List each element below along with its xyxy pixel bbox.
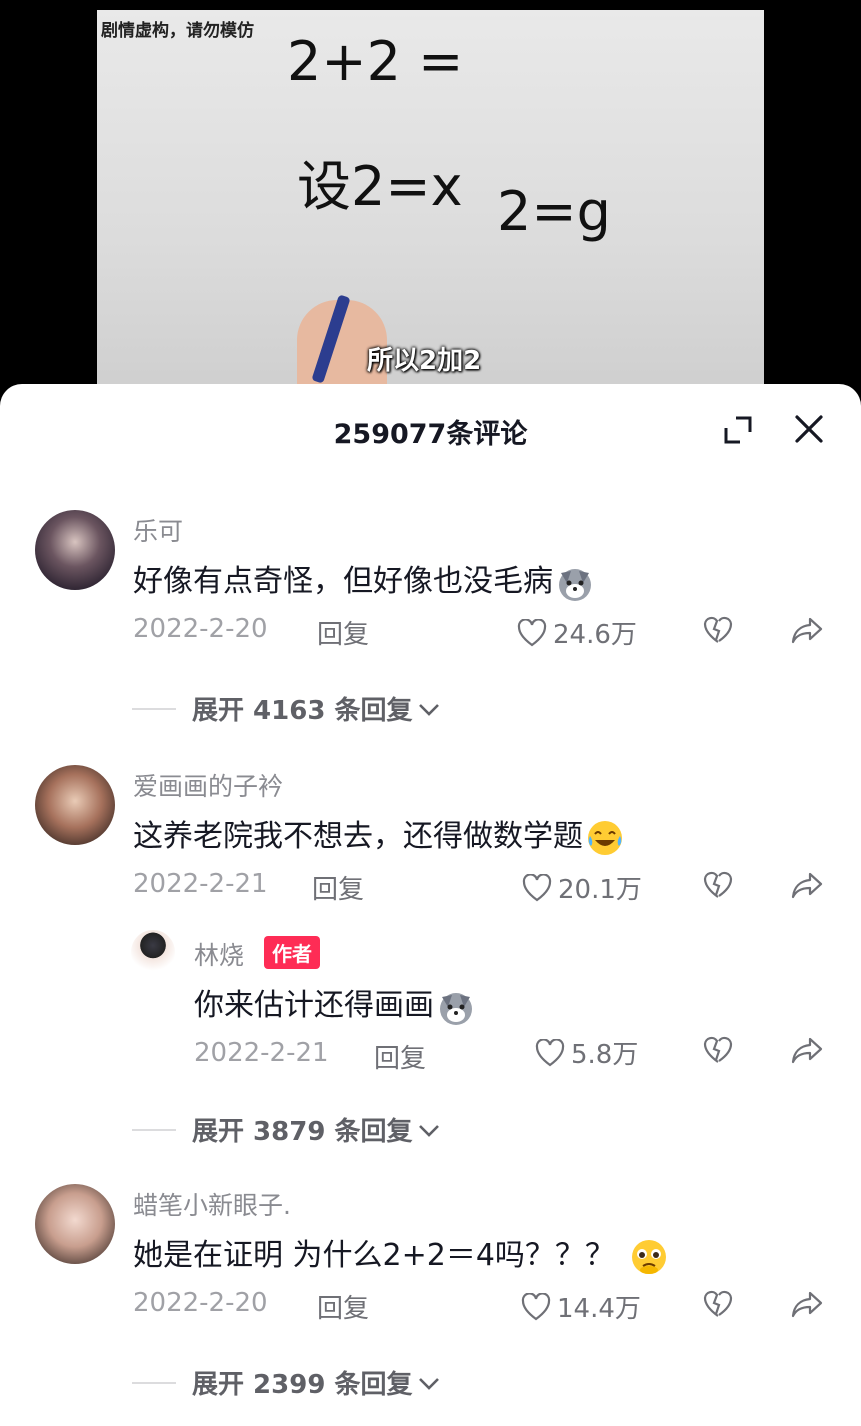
pleading-emoji-icon <box>631 1239 666 1274</box>
like-count: 5.8万 <box>571 1040 639 1070</box>
like-button[interactable]: 24.6万 <box>517 614 637 651</box>
share-icon[interactable] <box>790 1290 824 1318</box>
chevron-down-icon <box>419 703 440 716</box>
video-frame: 2+2 = 设2=x 2=g 剧情虚构，请勿模仿 所以2加2 <box>97 10 764 390</box>
avatar[interactable] <box>35 510 115 590</box>
comments-panel: 259077条评论 乐可 好像有点奇怪，但好像也没毛病 2022-2-20 回复 <box>0 384 861 1426</box>
expand-replies-button[interactable]: 展开 3879 条回复 <box>132 1111 442 1148</box>
author-badge: 作者 <box>264 936 320 969</box>
board-line-2a: 设2=x <box>297 155 463 218</box>
like-button[interactable]: 20.1万 <box>522 869 642 906</box>
video-player[interactable]: 2+2 = 设2=x 2=g 剧情虚构，请勿模仿 所以2加2 <box>0 0 861 400</box>
reply-username[interactable]: 林烧 <box>194 936 244 972</box>
share-icon[interactable] <box>790 871 824 899</box>
dislike-icon[interactable] <box>703 616 733 644</box>
comment-text-body: 这养老院我不想去，还得做数学题 <box>133 819 583 854</box>
expand-replies-label: 展开 3879 条回复 <box>192 1117 413 1147</box>
chevron-down-icon <box>419 1124 440 1137</box>
divider-line <box>132 1381 176 1384</box>
comment-username[interactable]: 乐可 <box>133 512 183 548</box>
avatar[interactable] <box>35 765 115 845</box>
like-count: 24.6万 <box>553 620 637 650</box>
like-count: 14.4万 <box>557 1294 641 1324</box>
chevron-down-icon <box>419 1377 440 1390</box>
like-count: 20.1万 <box>558 875 642 905</box>
heart-icon <box>517 618 547 646</box>
reply-button[interactable]: 回复 <box>312 869 364 906</box>
comment-username[interactable]: 爱画画的子衿 <box>133 767 283 803</box>
expand-replies-button[interactable]: 展开 2399 条回复 <box>132 1364 442 1401</box>
comment-date: 2022-2-21 <box>133 869 268 899</box>
reply-date: 2022-2-21 <box>194 1038 329 1068</box>
reply-text: 你来估计还得画画 <box>194 980 476 1027</box>
comment-date: 2022-2-20 <box>133 1288 268 1318</box>
reply-button[interactable]: 回复 <box>317 1288 369 1325</box>
comment-username[interactable]: 蜡笔小新眼子. <box>133 1186 291 1222</box>
divider-line <box>132 707 176 710</box>
comment-date: 2022-2-20 <box>133 614 268 644</box>
like-button[interactable]: 5.8万 <box>535 1034 638 1071</box>
close-icon[interactable] <box>792 412 826 446</box>
comment-text: 这养老院我不想去，还得做数学题 <box>133 811 625 858</box>
expand-replies-label: 展开 2399 条回复 <box>192 1370 413 1400</box>
board-line-1: 2+2 = <box>287 30 463 93</box>
expand-replies-label: 展开 4163 条回复 <box>192 696 413 726</box>
video-watermark: 剧情虚构，请勿模仿 <box>101 21 254 41</box>
reply-button[interactable]: 回复 <box>317 614 369 651</box>
heart-icon <box>521 1292 551 1320</box>
share-icon[interactable] <box>790 1036 824 1064</box>
dislike-icon[interactable] <box>703 1290 733 1318</box>
reply-avatar[interactable] <box>131 930 175 974</box>
heart-icon <box>535 1038 565 1066</box>
divider-line <box>132 1128 176 1131</box>
wolf-emoji-icon <box>559 568 591 601</box>
whiteboard-drawing: 2+2 = 设2=x 2=g <box>287 30 611 243</box>
like-button[interactable]: 14.4万 <box>521 1288 641 1325</box>
comment-text: 好像有点奇怪，但好像也没毛病 <box>133 556 595 603</box>
wolf-emoji-icon <box>440 992 472 1025</box>
comment-text-body: 好像有点奇怪，但好像也没毛病 <box>133 564 553 599</box>
heart-icon <box>522 873 552 901</box>
share-icon[interactable] <box>790 616 824 644</box>
reply-button[interactable]: 回复 <box>374 1038 426 1075</box>
expand-replies-button[interactable]: 展开 4163 条回复 <box>132 690 442 727</box>
dislike-icon[interactable] <box>703 871 733 899</box>
video-subtitle: 所以2加2 <box>367 346 482 376</box>
board-line-2b: 2=g <box>497 180 611 243</box>
comment-text: 她是在证明 为什么2+2＝4吗？？？ <box>133 1230 669 1277</box>
comments-header: 259077条评论 <box>0 384 861 476</box>
expand-icon[interactable] <box>722 414 754 446</box>
dislike-icon[interactable] <box>703 1036 733 1064</box>
reply-text-body: 你来估计还得画画 <box>194 988 434 1023</box>
laugh-cry-emoji-icon <box>588 820 622 855</box>
avatar[interactable] <box>35 1184 115 1264</box>
comment-text-body: 她是在证明 为什么2+2＝4吗？？？ <box>133 1238 615 1273</box>
